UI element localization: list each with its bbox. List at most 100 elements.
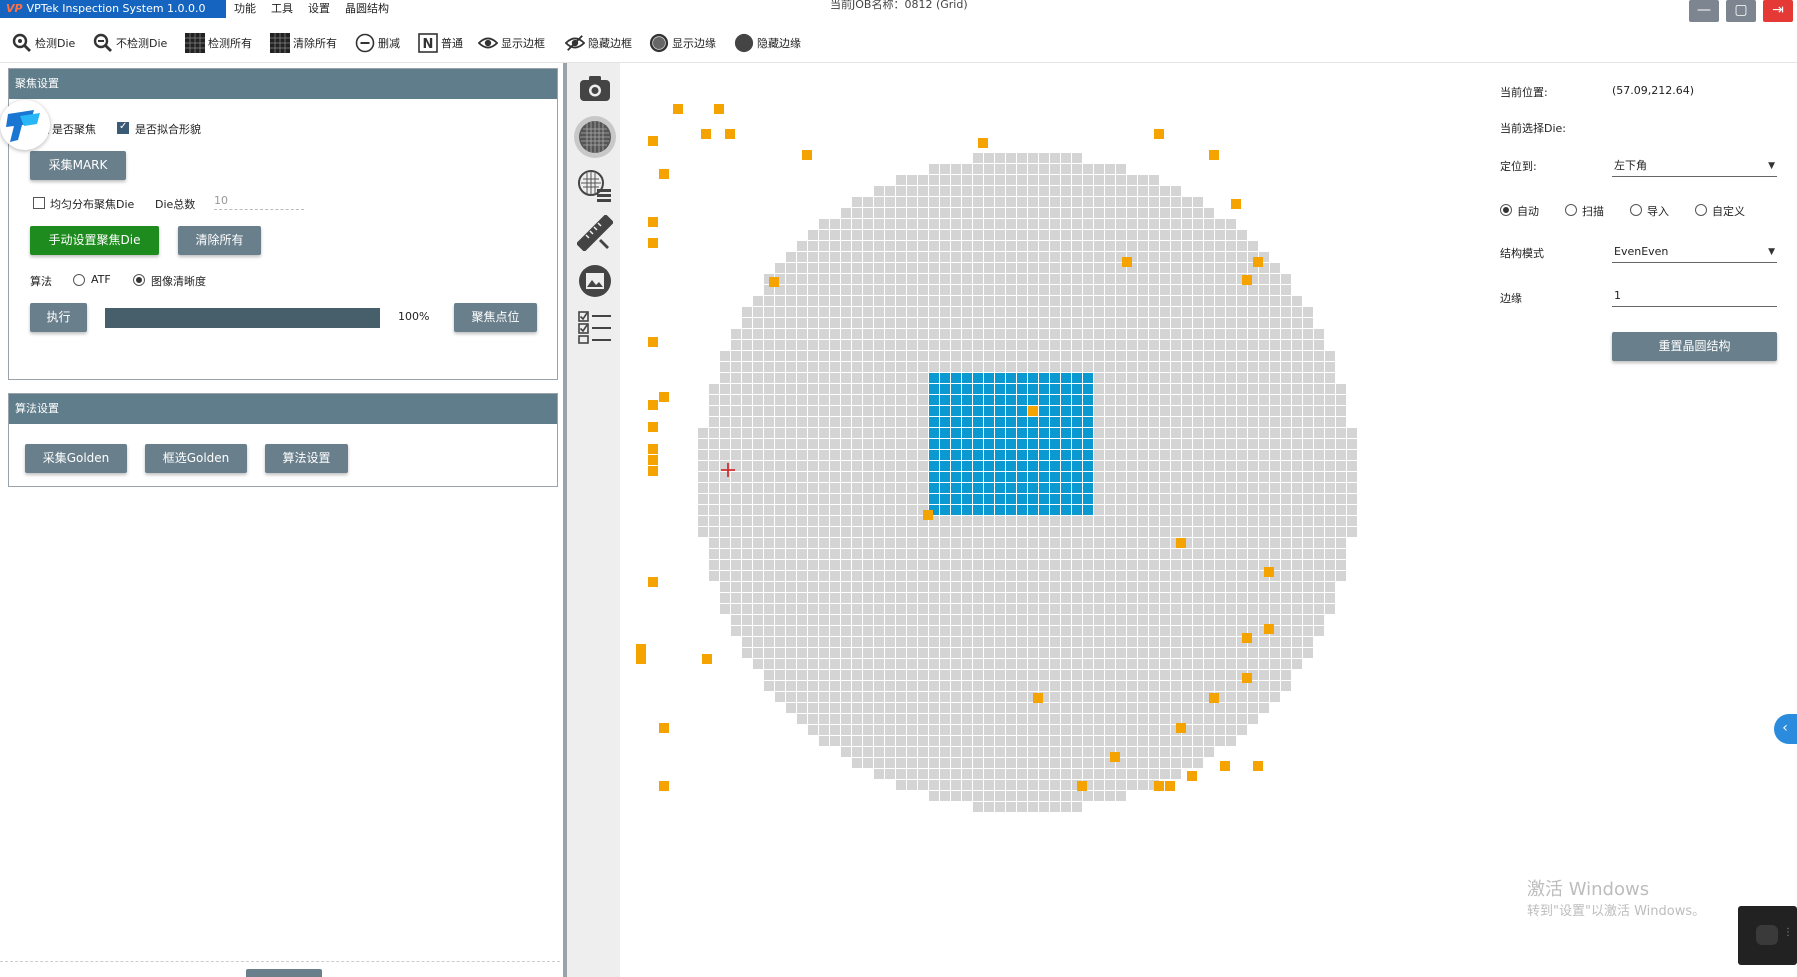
die[interactable] bbox=[1105, 406, 1115, 416]
die[interactable] bbox=[1017, 538, 1027, 548]
die[interactable] bbox=[1226, 230, 1236, 240]
die[interactable] bbox=[1336, 384, 1346, 394]
die[interactable] bbox=[830, 670, 840, 680]
die[interactable] bbox=[1215, 516, 1225, 526]
die[interactable] bbox=[1259, 582, 1269, 592]
die[interactable] bbox=[1303, 329, 1313, 339]
die[interactable] bbox=[764, 307, 774, 317]
die[interactable] bbox=[1182, 395, 1192, 405]
die[interactable] bbox=[1083, 219, 1093, 229]
die[interactable] bbox=[874, 505, 884, 515]
die[interactable] bbox=[1127, 428, 1137, 438]
die[interactable] bbox=[1061, 340, 1071, 350]
die-selected[interactable] bbox=[1028, 505, 1038, 515]
die[interactable] bbox=[1204, 560, 1214, 570]
die[interactable] bbox=[1017, 208, 1027, 218]
die[interactable] bbox=[1138, 593, 1148, 603]
die[interactable] bbox=[742, 505, 752, 515]
die[interactable] bbox=[1215, 571, 1225, 581]
die[interactable] bbox=[1270, 340, 1280, 350]
die[interactable] bbox=[1116, 406, 1126, 416]
die[interactable] bbox=[742, 329, 752, 339]
die[interactable] bbox=[1050, 802, 1060, 812]
die[interactable] bbox=[1116, 285, 1126, 295]
die[interactable] bbox=[1248, 318, 1258, 328]
die[interactable] bbox=[918, 560, 928, 570]
die[interactable] bbox=[1226, 252, 1236, 262]
die[interactable] bbox=[1215, 241, 1225, 251]
die[interactable] bbox=[896, 175, 906, 185]
die[interactable] bbox=[984, 659, 994, 669]
die-selected[interactable] bbox=[973, 417, 983, 427]
die-selected[interactable] bbox=[1061, 439, 1071, 449]
die[interactable] bbox=[1325, 395, 1335, 405]
die[interactable] bbox=[863, 494, 873, 504]
die[interactable] bbox=[1160, 406, 1170, 416]
die[interactable] bbox=[1171, 417, 1181, 427]
die[interactable] bbox=[1182, 615, 1192, 625]
die[interactable] bbox=[1061, 560, 1071, 570]
die[interactable] bbox=[1083, 351, 1093, 361]
die[interactable] bbox=[1050, 296, 1060, 306]
die[interactable] bbox=[995, 637, 1005, 647]
algo-sharpness-radio[interactable] bbox=[133, 274, 145, 286]
die[interactable] bbox=[797, 428, 807, 438]
die[interactable] bbox=[797, 670, 807, 680]
die[interactable] bbox=[995, 780, 1005, 790]
die[interactable] bbox=[951, 351, 961, 361]
die[interactable] bbox=[907, 362, 917, 372]
die[interactable] bbox=[852, 516, 862, 526]
die[interactable] bbox=[1336, 483, 1346, 493]
die[interactable] bbox=[808, 274, 818, 284]
die[interactable] bbox=[775, 472, 785, 482]
die[interactable] bbox=[1094, 626, 1104, 636]
die[interactable] bbox=[1281, 670, 1291, 680]
die[interactable] bbox=[852, 725, 862, 735]
die-selected[interactable] bbox=[1050, 417, 1060, 427]
die[interactable] bbox=[1028, 296, 1038, 306]
die[interactable] bbox=[1215, 615, 1225, 625]
die[interactable] bbox=[940, 307, 950, 317]
die[interactable] bbox=[1116, 538, 1126, 548]
die[interactable] bbox=[1138, 461, 1148, 471]
die[interactable] bbox=[1226, 285, 1236, 295]
die[interactable] bbox=[929, 549, 939, 559]
fit-shape-checkbox[interactable] bbox=[117, 121, 129, 134]
die[interactable] bbox=[907, 538, 917, 548]
die[interactable] bbox=[1072, 164, 1082, 174]
toolbar-skip-die[interactable]: 不检测Die bbox=[93, 25, 167, 61]
die[interactable] bbox=[1061, 780, 1071, 790]
die-selected[interactable] bbox=[929, 439, 939, 449]
die[interactable] bbox=[1105, 329, 1115, 339]
die[interactable] bbox=[1171, 626, 1181, 636]
die[interactable] bbox=[841, 351, 851, 361]
die[interactable] bbox=[1116, 439, 1126, 449]
die[interactable] bbox=[1127, 406, 1137, 416]
die-selected[interactable] bbox=[1050, 406, 1060, 416]
die[interactable] bbox=[1160, 230, 1170, 240]
die[interactable] bbox=[1270, 637, 1280, 647]
die[interactable] bbox=[1094, 274, 1104, 284]
die[interactable] bbox=[940, 285, 950, 295]
die[interactable] bbox=[1083, 791, 1093, 801]
die[interactable] bbox=[742, 351, 752, 361]
die[interactable] bbox=[1270, 362, 1280, 372]
die[interactable] bbox=[841, 483, 851, 493]
die[interactable] bbox=[1105, 593, 1115, 603]
die[interactable] bbox=[863, 747, 873, 757]
die[interactable] bbox=[742, 604, 752, 614]
die[interactable] bbox=[1138, 483, 1148, 493]
die[interactable] bbox=[863, 461, 873, 471]
die[interactable] bbox=[1160, 461, 1170, 471]
die-selected[interactable] bbox=[995, 450, 1005, 460]
die[interactable] bbox=[962, 274, 972, 284]
die[interactable] bbox=[841, 450, 851, 460]
die[interactable] bbox=[1171, 230, 1181, 240]
die[interactable] bbox=[885, 395, 895, 405]
die[interactable] bbox=[1303, 417, 1313, 427]
die[interactable] bbox=[709, 516, 719, 526]
die[interactable] bbox=[720, 560, 730, 570]
die[interactable] bbox=[1292, 351, 1302, 361]
die[interactable] bbox=[1193, 417, 1203, 427]
die-selected[interactable] bbox=[1050, 483, 1060, 493]
